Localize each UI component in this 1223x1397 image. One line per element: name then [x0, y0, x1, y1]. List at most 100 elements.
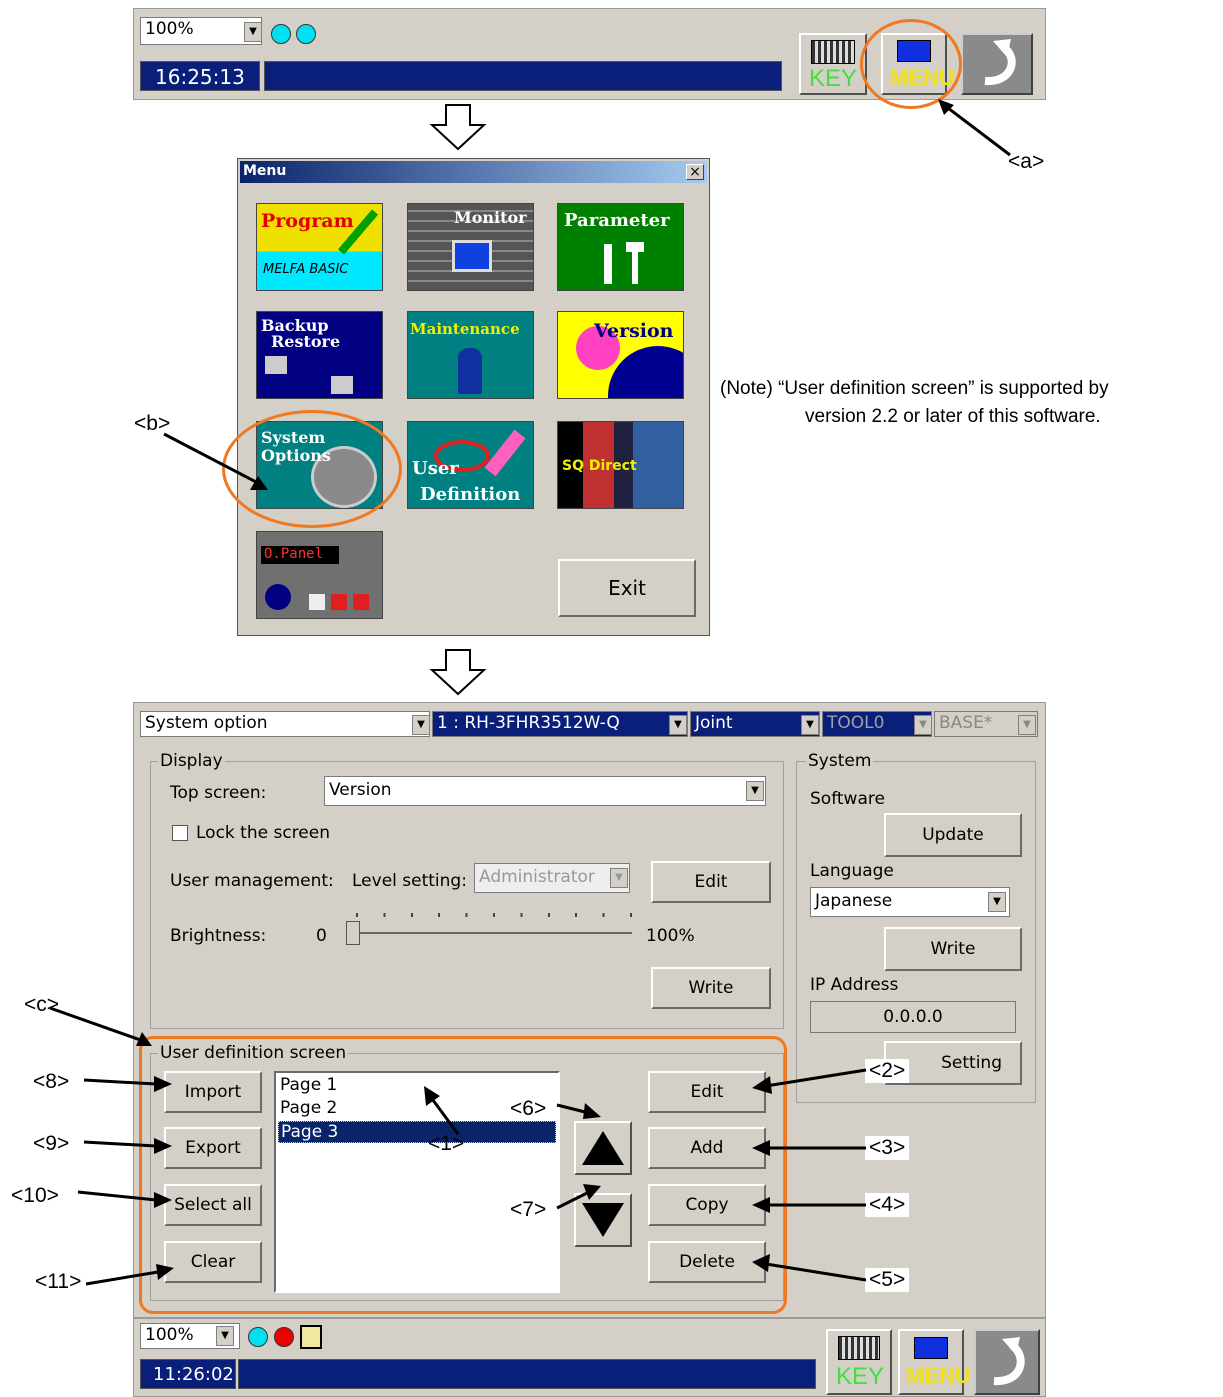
sq-direct-title: SQ Direct: [562, 458, 637, 474]
callout-arrow-11: [85, 1264, 174, 1286]
flow-arrow-1: [429, 104, 487, 151]
callout-arrow-9: [83, 1138, 172, 1154]
menu-button[interactable]: MENU: [898, 1329, 971, 1395]
callout-8: <8>: [33, 1070, 70, 1093]
menu-title: Menu: [243, 163, 287, 179]
callout-arrow-10: [77, 1190, 172, 1208]
menu-titlebar: Menu ×: [240, 161, 707, 183]
key-button[interactable]: KEY: [799, 33, 867, 95]
callout-10: <10>: [11, 1184, 59, 1207]
computer-icon: [265, 356, 287, 374]
panel-key: [353, 594, 369, 610]
keyboard-icon: [838, 1336, 880, 1360]
brightness-slider[interactable]: [346, 909, 634, 949]
brightness-max-label: 100%: [646, 926, 695, 946]
back-arrow-icon: [984, 39, 1016, 86]
slider-track: [352, 932, 632, 934]
callout-arrow-3: [752, 1140, 866, 1156]
chevron-down-icon[interactable]: ▼: [244, 22, 262, 42]
keyboard-icon: [811, 40, 855, 64]
close-icon[interactable]: ×: [686, 164, 704, 180]
screen-select[interactable]: System option: [140, 711, 430, 737]
ip-address-label: IP Address: [810, 975, 899, 995]
language-label: Language: [810, 861, 894, 881]
circle-decoration: [608, 346, 683, 398]
chevron-down-icon[interactable]: ▼: [988, 892, 1006, 912]
maintenance-tile[interactable]: Maintenance: [407, 311, 534, 399]
level-setting-select[interactable]: Administrator: [474, 863, 630, 893]
key-label: KEY: [836, 1363, 885, 1390]
note-line-2: version 2.2 or later of this software.: [805, 406, 1101, 427]
maintenance-title: Maintenance: [410, 320, 520, 338]
menu-label: MENU: [906, 1363, 971, 1388]
status-led-cyan: [248, 1327, 268, 1347]
top-screen-select[interactable]: Version: [324, 776, 766, 806]
language-write-button[interactable]: Write: [884, 927, 1022, 971]
slider-ticks: [356, 913, 632, 917]
top-screen-label: Top screen:: [170, 783, 267, 803]
ip-address-field: 0.0.0.0: [810, 1001, 1016, 1033]
user-management-label: User management:: [170, 871, 334, 891]
chevron-down-icon[interactable]: ▼: [746, 781, 764, 801]
restore-title: Restore: [271, 332, 341, 351]
back-button[interactable]: [974, 1329, 1040, 1395]
callout-9: <9>: [33, 1132, 70, 1155]
opanel-title: O.Panel: [264, 546, 324, 562]
callout-arrow-4: [752, 1197, 866, 1213]
user-definition-tile[interactable]: User Definition: [407, 421, 534, 509]
parameter-tile[interactable]: Parameter: [557, 203, 684, 291]
hand-icon: [300, 1325, 322, 1349]
dial-icon: [265, 584, 291, 610]
chevron-down-icon[interactable]: ▼: [801, 715, 819, 735]
note-line-1: (Note) “User definition screen” is suppo…: [720, 378, 1109, 399]
key-label: KEY: [809, 65, 858, 92]
display-write-button[interactable]: Write: [651, 967, 771, 1009]
callout-arrow-5: [752, 1254, 867, 1282]
callout-arrow-8: [83, 1076, 172, 1092]
user-management-edit-button[interactable]: Edit: [651, 861, 771, 903]
language-select[interactable]: Japanese: [810, 887, 1010, 917]
version-title: Version: [594, 320, 674, 342]
backup-restore-tile[interactable]: Backup Restore: [256, 311, 383, 399]
key-button[interactable]: KEY: [826, 1329, 892, 1395]
user-definition-highlight: [139, 1036, 787, 1314]
system-legend: System: [806, 751, 874, 771]
pen-icon: [337, 209, 379, 255]
callout-arrow-2: [752, 1068, 867, 1094]
monitor-screen-icon: [452, 240, 492, 272]
slider-thumb[interactable]: [346, 921, 360, 945]
message-bar: [238, 1359, 816, 1389]
lock-screen-label: Lock the screen: [196, 823, 330, 843]
callout-7: <7>: [510, 1198, 547, 1221]
chevron-down-icon[interactable]: ▼: [412, 715, 430, 735]
worker-icon: [458, 348, 482, 394]
back-button[interactable]: [961, 33, 1033, 95]
back-arrow-icon: [993, 1337, 1025, 1386]
callout-arrow-a: [938, 99, 1011, 157]
monitor-tile[interactable]: Monitor: [407, 203, 534, 291]
panel-key: [309, 594, 325, 610]
lock-screen-checkbox[interactable]: [172, 825, 188, 841]
chevron-down-icon[interactable]: ▼: [1018, 715, 1036, 735]
status-led-cyan-1: [271, 24, 291, 44]
computer-icon: [331, 376, 353, 394]
version-tile[interactable]: Version: [557, 311, 684, 399]
bottom-status-bar: 100% ▼ 11:26:02 KEY MENU: [133, 1318, 1046, 1397]
exit-button[interactable]: Exit: [558, 559, 696, 617]
software-label: Software: [810, 789, 885, 809]
program-tile[interactable]: Program MELFA BASIC: [256, 203, 383, 291]
menu-window: Menu × Program MELFA BASIC Monitor Param…: [237, 158, 710, 636]
chevron-down-icon[interactable]: ▼: [669, 715, 687, 735]
tools-icon: [604, 242, 644, 284]
flow-arrow-2: [429, 649, 487, 696]
level-setting-label: Level setting:: [352, 871, 467, 891]
opanel-display: O.Panel: [261, 546, 339, 564]
robot-select[interactable]: 1 : RH-3FHR3512W-Q: [432, 711, 688, 737]
callout-2: <2>: [865, 1059, 910, 1083]
chevron-down-icon[interactable]: ▼: [610, 868, 628, 888]
sq-direct-tile[interactable]: SQ Direct: [557, 421, 684, 509]
operation-panel-tile[interactable]: O.Panel: [256, 531, 383, 619]
chevron-down-icon[interactable]: ▼: [914, 715, 932, 735]
software-update-button[interactable]: Update: [884, 813, 1022, 857]
chevron-down-icon[interactable]: ▼: [216, 1326, 234, 1346]
